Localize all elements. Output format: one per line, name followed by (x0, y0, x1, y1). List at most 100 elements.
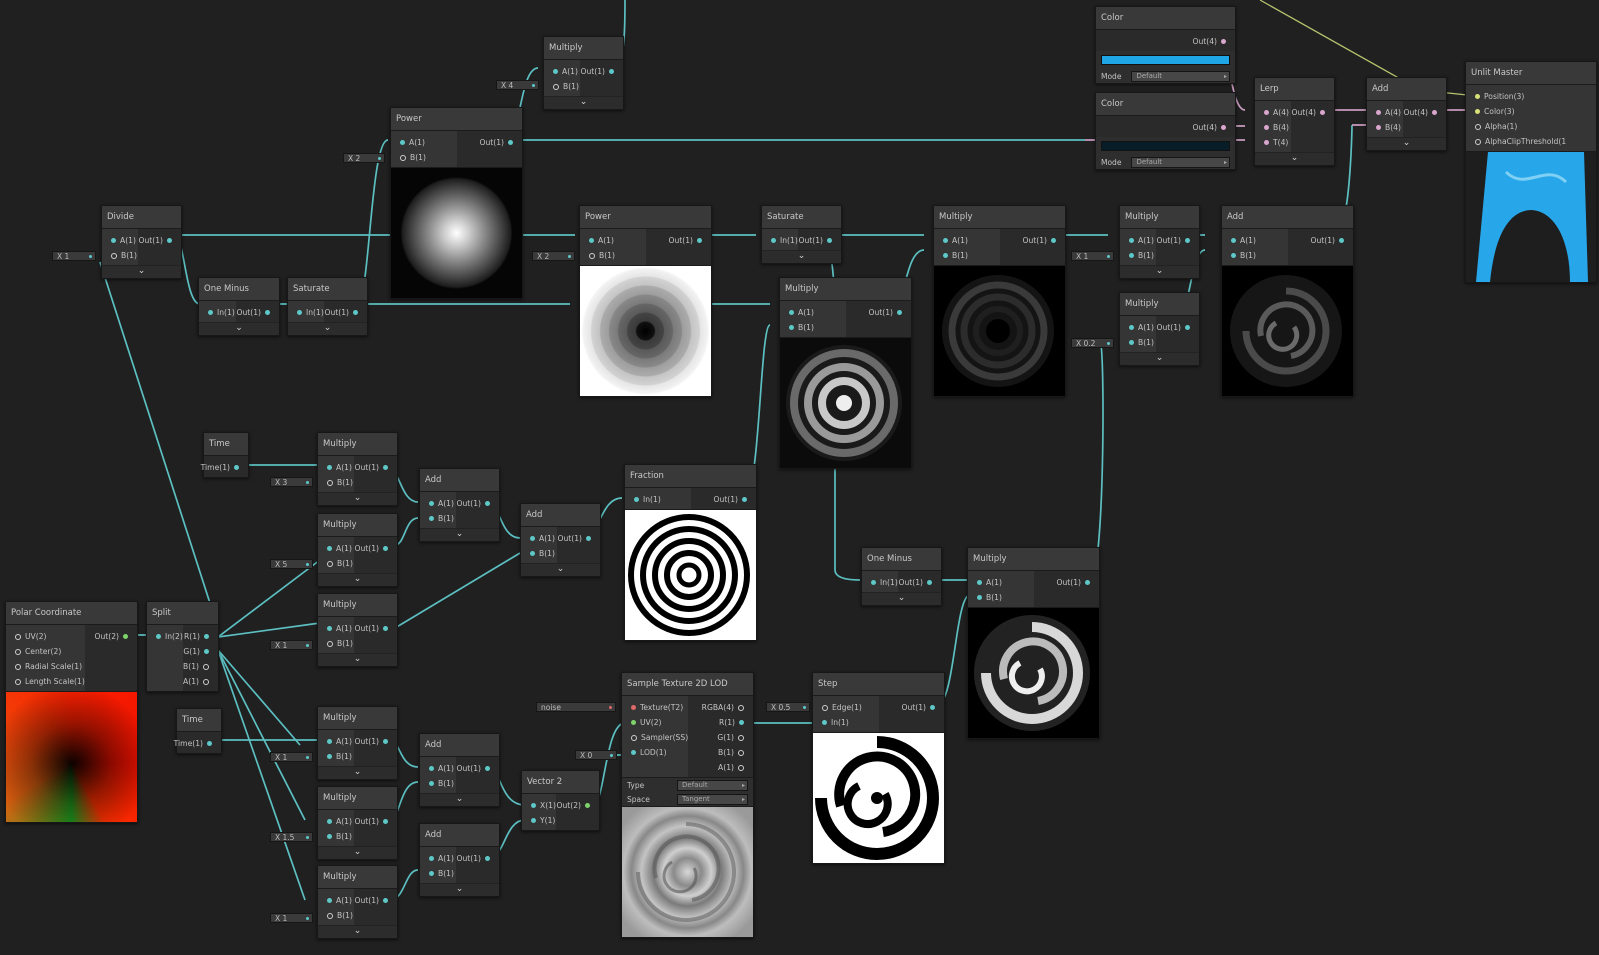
lerp-node[interactable]: Lerp A(4) B(4) T(4) Out(4) ⌄ (1254, 77, 1335, 166)
input-port-b[interactable]: B(1) (318, 475, 354, 490)
saturate-node[interactable]: Saturate In(1) Out(1) ⌄ (287, 277, 368, 336)
input-port-in[interactable]: In(1) (625, 492, 691, 507)
node-title[interactable]: Add (420, 734, 499, 757)
output-port[interactable]: Out(1) (691, 492, 757, 507)
port-dot-icon[interactable] (15, 678, 21, 685)
port-dot-icon[interactable] (738, 734, 744, 741)
input-port-y[interactable]: Y(1) (522, 813, 556, 828)
port-dot-icon[interactable] (927, 580, 932, 585)
port-dot-icon[interactable] (738, 764, 744, 771)
output-port-rgba[interactable]: RGBA(4) (688, 700, 753, 715)
multiply-node[interactable]: Multiply A(1) B(1) Out(1) (933, 205, 1066, 397)
input-port-b[interactable]: B(1) (318, 636, 354, 651)
port-dot-icon[interactable] (111, 252, 117, 259)
input-port-b[interactable]: B(1) (521, 546, 557, 561)
multiply-b-field[interactable]: X 1 (270, 752, 313, 762)
port-dot-icon[interactable] (631, 720, 636, 725)
port-dot-icon[interactable] (123, 634, 128, 639)
node-title[interactable]: Power (580, 206, 711, 229)
input-port-a[interactable]: A(1) (318, 814, 354, 829)
input-port-alpha[interactable]: Alpha(1) (1466, 119, 1596, 134)
input-port-b[interactable]: B(1) (544, 79, 580, 94)
node-title[interactable]: Multiply (780, 278, 911, 301)
fraction-node[interactable]: Fraction In(1) Out(1) (624, 464, 757, 641)
multiply-b-field[interactable]: X 1 (270, 640, 313, 650)
output-port[interactable]: Out(1) (1288, 233, 1354, 248)
expand-chevron-icon[interactable]: ⌄ (199, 322, 279, 335)
power-node[interactable]: Power A(1) B(1) Out(1) (390, 107, 523, 299)
port-dot-icon[interactable] (485, 501, 490, 506)
input-port-position[interactable]: Position(3) (1466, 89, 1596, 104)
port-dot-icon[interactable] (1475, 109, 1480, 114)
mode-dropdown[interactable]: Default (1131, 156, 1230, 168)
unlit-master-node[interactable]: Unlit Master Position(3) Color(3) Alpha(… (1465, 61, 1597, 283)
output-port-b[interactable]: B(1) (183, 659, 218, 674)
split-node[interactable]: Split In(2) R(1) G(1) B(1) A(1) (146, 601, 219, 692)
output-port-a[interactable]: A(1) (688, 760, 753, 775)
sample-texture-node[interactable]: Sample Texture 2D LOD Texture(T2) UV(2) … (621, 672, 754, 938)
multiply-node[interactable]: Multiply A(1) B(1) Out(1) ⌄ (543, 36, 624, 110)
port-dot-icon[interactable] (15, 663, 21, 670)
input-port-a[interactable]: A(1) (420, 761, 456, 776)
port-dot-icon[interactable] (327, 912, 333, 919)
input-port-x[interactable]: X(1) (522, 798, 556, 813)
input-port-a[interactable]: A(1) (391, 135, 457, 150)
lod-field[interactable]: X 0 (575, 750, 617, 760)
input-port-b[interactable]: B(1) (420, 866, 456, 881)
port-dot-icon[interactable] (1231, 253, 1236, 258)
node-title[interactable]: One Minus (199, 278, 279, 301)
input-port-in[interactable]: In(1) (862, 575, 898, 590)
input-port-a[interactable]: A(1) (420, 851, 456, 866)
port-dot-icon[interactable] (789, 310, 794, 315)
expand-chevron-icon[interactable]: ⌄ (1120, 352, 1199, 365)
input-port-b[interactable]: B(1) (780, 320, 846, 335)
input-port-b[interactable]: B(1) (391, 150, 457, 165)
input-port-b[interactable]: B(4) (1255, 120, 1291, 135)
node-title[interactable]: Multiply (318, 433, 397, 456)
node-title[interactable]: Vector 2 (522, 771, 599, 794)
time-node[interactable]: Time Time(1) (174, 708, 222, 754)
port-dot-icon[interactable] (15, 648, 21, 655)
multiply-node[interactable]: Multiply A(1) B(1) Out(1) ⌄ (317, 706, 398, 780)
output-port-r[interactable]: R(1) (183, 629, 218, 644)
input-port-a[interactable]: A(1) (102, 233, 138, 248)
input-port-lod[interactable]: LOD(1) (622, 745, 688, 760)
port-dot-icon[interactable] (204, 634, 209, 639)
saturate-node[interactable]: Saturate In(1) Out(1) ⌄ (761, 205, 842, 264)
expand-chevron-icon[interactable]: ⌄ (420, 793, 499, 806)
output-port[interactable]: Time(1) (201, 460, 248, 475)
input-port-a[interactable]: A(4) (1255, 105, 1291, 120)
port-dot-icon[interactable] (586, 536, 591, 541)
multiply-node[interactable]: Multiply A(1) B(1) Out(1) ⌄ (317, 593, 398, 667)
port-dot-icon[interactable] (353, 310, 358, 315)
expand-chevron-icon[interactable]: ⌄ (318, 925, 397, 938)
input-port-a[interactable]: A(1) (318, 621, 354, 636)
port-dot-icon[interactable] (15, 633, 21, 640)
expand-chevron-icon[interactable]: ⌄ (318, 573, 397, 586)
output-port[interactable]: Out(2) (85, 629, 137, 644)
node-title[interactable]: Color (1096, 93, 1235, 116)
input-port-length-scale[interactable]: Length Scale(1) (6, 674, 85, 689)
input-port-a[interactable]: A(1) (1120, 320, 1156, 335)
port-dot-icon[interactable] (429, 871, 434, 876)
port-dot-icon[interactable] (1129, 253, 1134, 258)
port-dot-icon[interactable] (531, 803, 536, 808)
time-node[interactable]: Time Time(1) (201, 432, 249, 478)
port-dot-icon[interactable] (1185, 325, 1190, 330)
port-dot-icon[interactable] (1129, 238, 1134, 243)
port-dot-icon[interactable] (631, 734, 637, 741)
port-dot-icon[interactable] (297, 310, 302, 315)
input-port-b[interactable]: B(1) (318, 556, 354, 571)
port-dot-icon[interactable] (1129, 325, 1134, 330)
color-node[interactable]: Color Out(4) Mode Default (1095, 92, 1236, 170)
port-dot-icon[interactable] (167, 238, 172, 243)
output-port[interactable]: Out(1) (456, 851, 499, 866)
multiply-node[interactable]: Multiply A(1) B(1) Out(1) (967, 547, 1100, 739)
port-dot-icon[interactable] (1185, 238, 1190, 243)
node-title[interactable]: One Minus (862, 548, 941, 571)
multiply-node[interactable]: Multiply A(1) B(1) Out(1) ⌄ (317, 432, 398, 506)
port-dot-icon[interactable] (589, 252, 595, 259)
input-port-edge[interactable]: Edge(1) (813, 700, 879, 715)
input-port-uv[interactable]: UV(2) (622, 715, 688, 730)
port-dot-icon[interactable] (400, 154, 406, 161)
